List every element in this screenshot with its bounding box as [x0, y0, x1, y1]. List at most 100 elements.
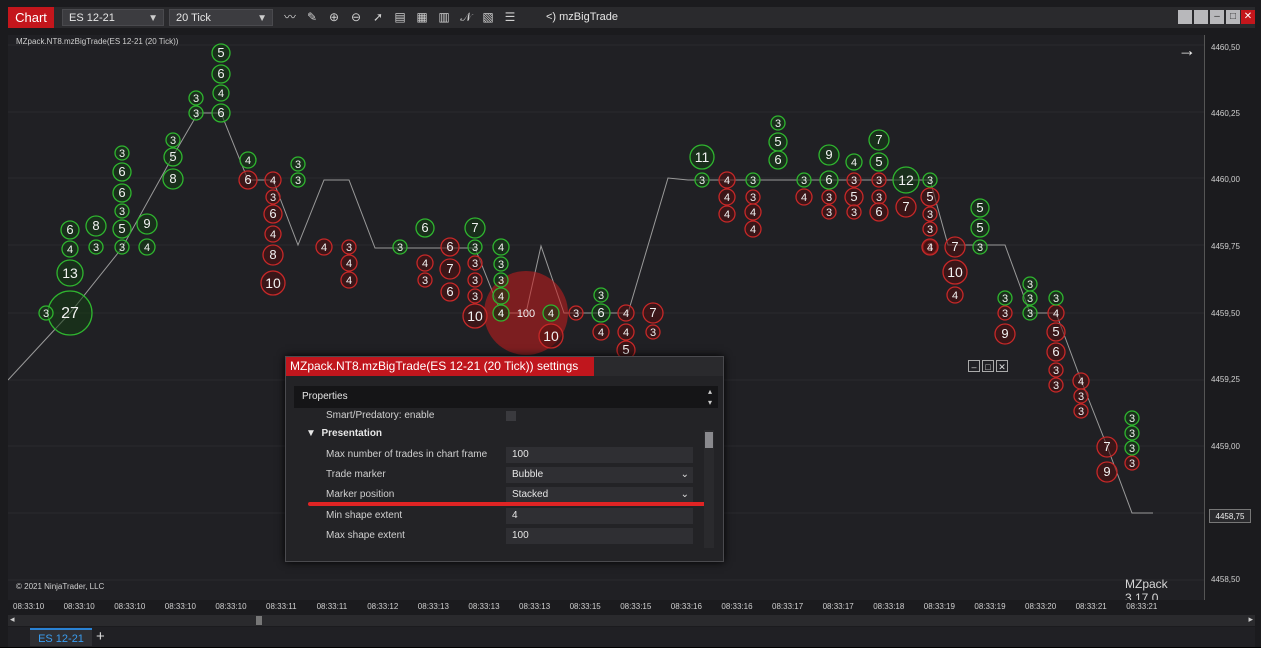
sell-trade-marker[interactable]: 4	[744, 220, 762, 238]
buy-trade-marker[interactable]: 13	[56, 259, 84, 287]
buy-trade-marker[interactable]: 4	[845, 153, 863, 171]
time-axis[interactable]: 08:33:10 08:33:10 08:33:10 08:33:10 08:33:10…	[8, 600, 1204, 614]
sell-trade-marker[interactable]: 3	[1124, 455, 1140, 471]
sell-trade-marker[interactable]: 3	[846, 204, 862, 220]
buy-trade-marker[interactable]: 3	[290, 156, 306, 172]
sell-trade-marker[interactable]: 3	[821, 189, 837, 205]
sell-trade-marker[interactable]: 3	[871, 189, 887, 205]
buy-trade-marker[interactable]: 6	[112, 183, 132, 203]
buy-trade-marker[interactable]: 5	[163, 147, 183, 167]
sell-trade-marker[interactable]: 3	[997, 305, 1013, 321]
sell-trade-marker[interactable]: 3	[467, 255, 483, 271]
buy-trade-marker[interactable]: 4	[239, 151, 257, 169]
buy-trade-marker[interactable]: 3	[1124, 425, 1140, 441]
sell-trade-marker[interactable]: 4	[718, 188, 736, 206]
buy-trade-marker[interactable]: 6	[819, 170, 839, 190]
sell-trade-marker[interactable]: 4	[1072, 372, 1090, 390]
sell-trade-marker[interactable]: 4	[264, 225, 282, 243]
sell-trade-marker[interactable]: 3	[265, 189, 281, 205]
sell-trade-marker[interactable]: 6	[440, 282, 460, 302]
buy-trade-marker[interactable]: 3	[997, 290, 1013, 306]
sell-trade-marker[interactable]: 4	[264, 171, 282, 189]
sell-trade-marker[interactable]: 4	[795, 188, 813, 206]
instrument-selector[interactable]: ES 12-21 ▼	[62, 9, 164, 26]
indicators-icon[interactable]: 𝒩	[458, 9, 474, 26]
buy-trade-marker[interactable]: 3	[1048, 290, 1064, 306]
sell-trade-marker[interactable]: 4	[617, 304, 635, 322]
sell-trade-marker[interactable]: 5	[844, 187, 864, 207]
buy-trade-marker[interactable]: 3	[467, 239, 483, 255]
sell-trade-marker[interactable]: 3	[871, 172, 887, 188]
sell-trade-marker[interactable]: 9	[1096, 461, 1118, 483]
sell-trade-marker[interactable]: 3	[417, 272, 433, 288]
maximize-icon[interactable]: □	[1226, 10, 1240, 24]
buy-trade-marker[interactable]: 3	[392, 239, 408, 255]
marker-position-select[interactable]: Stacked ⌄	[506, 487, 693, 503]
buy-trade-marker[interactable]: 6	[211, 103, 231, 123]
buy-trade-marker[interactable]: 3	[972, 239, 988, 255]
zoom-in-icon[interactable]: ⊕	[326, 9, 342, 26]
maximize-icon[interactable]: □	[982, 360, 994, 372]
sort-icon[interactable]: ▴ ▾	[708, 386, 712, 408]
list-icon[interactable]: ☰	[502, 9, 518, 26]
sell-trade-marker[interactable]: 7	[439, 258, 461, 280]
buy-trade-marker[interactable]: 27	[47, 290, 93, 336]
buy-trade-marker[interactable]: 5	[211, 43, 231, 63]
buy-trade-marker[interactable]: 8	[85, 215, 107, 237]
buy-trade-marker[interactable]: 3	[88, 239, 104, 255]
sell-trade-marker[interactable]: 100	[517, 308, 535, 320]
buy-trade-marker[interactable]: 6	[60, 220, 80, 240]
section-presentation[interactable]: ▼ Presentation	[306, 428, 382, 439]
buy-trade-marker[interactable]: 6	[211, 64, 231, 84]
buy-trade-marker[interactable]: 5	[112, 219, 132, 239]
buy-trade-marker[interactable]: 3	[188, 105, 204, 121]
buy-trade-marker[interactable]: 5	[768, 132, 788, 152]
buy-trade-marker[interactable]: 3	[796, 172, 812, 188]
buy-trade-marker[interactable]: 3	[38, 305, 54, 321]
buy-trade-marker[interactable]: 3	[114, 203, 130, 219]
buy-trade-marker[interactable]: 5	[970, 218, 990, 238]
buy-trade-marker[interactable]: 4	[212, 84, 230, 102]
arrow-right-icon[interactable]: →	[1178, 40, 1196, 61]
buy-trade-marker[interactable]: 4	[138, 238, 156, 256]
sell-trade-marker[interactable]: 5	[1046, 322, 1066, 342]
pointer-icon[interactable]: ➚	[370, 9, 386, 26]
buy-trade-marker[interactable]: 4	[542, 304, 560, 322]
sell-trade-marker[interactable]: 5	[920, 187, 940, 207]
buy-trade-marker[interactable]: 3	[745, 172, 761, 188]
sell-trade-marker[interactable]: 3	[1073, 403, 1089, 419]
scroll-thumb[interactable]	[256, 616, 262, 625]
sell-trade-marker[interactable]: 6	[238, 170, 258, 190]
sell-trade-marker[interactable]: 4	[416, 254, 434, 272]
sell-trade-marker[interactable]: 4	[340, 254, 358, 272]
sell-trade-marker[interactable]: 3	[341, 239, 357, 255]
checkbox[interactable]	[506, 411, 516, 421]
properties-header[interactable]: Properties ▴ ▾	[294, 386, 718, 408]
buy-trade-marker[interactable]: 4	[492, 287, 510, 305]
buy-trade-marker[interactable]: 3	[165, 132, 181, 148]
sell-trade-marker[interactable]: 4	[718, 205, 736, 223]
close-icon[interactable]: ✕	[1241, 10, 1255, 24]
data-box-icon[interactable]: ▤	[392, 9, 408, 26]
sell-trade-marker[interactable]: 6	[869, 202, 889, 222]
sell-trade-marker[interactable]: 3	[1073, 388, 1089, 404]
sell-trade-marker[interactable]: 4	[744, 203, 762, 221]
buy-trade-marker[interactable]: 3	[114, 239, 130, 255]
scroll-thumb[interactable]	[705, 432, 713, 448]
tab-es-12-21[interactable]: ES 12-21	[30, 628, 92, 646]
sell-trade-marker[interactable]: 3	[568, 305, 584, 321]
buy-trade-marker[interactable]: 6	[112, 162, 132, 182]
sell-trade-marker[interactable]: 7	[1096, 436, 1118, 458]
buy-trade-marker[interactable]: 5	[970, 198, 990, 218]
sell-trade-marker[interactable]: 8	[262, 244, 284, 266]
buy-trade-marker[interactable]: 3	[770, 115, 786, 131]
chart-style-icon[interactable]: ▥	[436, 9, 452, 26]
draw-line-icon[interactable]: 〰	[282, 9, 298, 26]
sell-trade-marker[interactable]: 4	[340, 271, 358, 289]
scroll-left-icon[interactable]: ◂	[10, 614, 15, 625]
properties-icon[interactable]: ▦	[414, 9, 430, 26]
buy-trade-marker[interactable]: 7	[464, 217, 486, 239]
close-icon[interactable]: ✕	[996, 360, 1008, 372]
buy-trade-marker[interactable]: 12	[892, 166, 920, 194]
buy-trade-marker[interactable]: 4	[492, 238, 510, 256]
